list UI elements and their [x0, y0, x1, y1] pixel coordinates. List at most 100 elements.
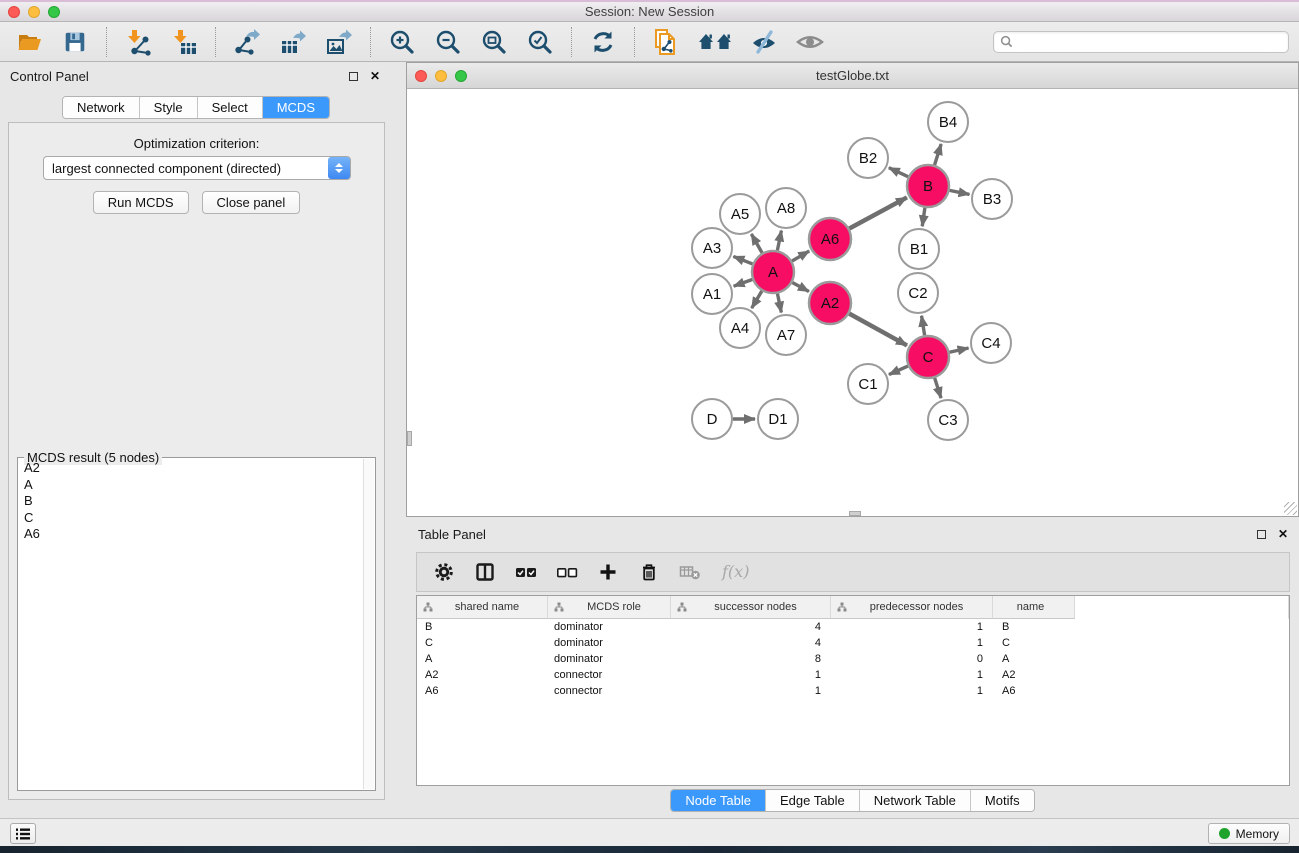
edge-A-A4[interactable]	[752, 291, 762, 308]
node-C3[interactable]: C3	[928, 400, 968, 440]
node-C4[interactable]: C4	[971, 323, 1011, 363]
edge-B-B1[interactable]	[922, 208, 925, 226]
trash-icon[interactable]	[636, 559, 662, 585]
table-row[interactable]: Bdominator41B	[417, 619, 1289, 635]
node-A8[interactable]: A8	[766, 188, 806, 228]
edge-A-A7[interactable]	[777, 294, 781, 313]
optimization-criterion-dropdown[interactable]: largest connected component (directed)	[43, 156, 351, 180]
node-A1[interactable]: A1	[692, 274, 732, 314]
column-header-successor-nodes[interactable]: successor nodes	[671, 596, 831, 619]
table-row[interactable]: A2connector11A2	[417, 667, 1289, 683]
import-table-icon[interactable]	[169, 27, 199, 57]
node-A3[interactable]: A3	[692, 228, 732, 268]
search-field[interactable]	[993, 31, 1289, 53]
column-header-shared-name[interactable]: shared name	[417, 596, 548, 619]
node-D1[interactable]: D1	[758, 399, 798, 439]
network-canvas[interactable]: A A1 A2 A3 A4 A5 A6 A7 A8 B B1 B2 B3B4 C C1 C2 C3C4 D D1	[407, 90, 1298, 516]
zoom-selected-icon[interactable]	[525, 27, 555, 57]
result-item[interactable]: A2	[20, 460, 362, 477]
tab-select[interactable]: Select	[198, 97, 263, 118]
zoom-fit-icon[interactable]	[479, 27, 509, 57]
result-item[interactable]: A6	[20, 526, 362, 543]
tab-node-table[interactable]: Node Table	[671, 790, 766, 811]
edge-A2-C[interactable]	[849, 314, 907, 346]
open-folder-icon[interactable]	[14, 27, 44, 57]
node-A4[interactable]: A4	[720, 308, 760, 348]
edge-A-A3[interactable]	[733, 256, 752, 264]
node-B[interactable]: B	[907, 165, 949, 207]
edge-C-C1[interactable]	[889, 366, 908, 375]
node-B3[interactable]: B3	[972, 179, 1012, 219]
zoom-out-icon[interactable]	[433, 27, 463, 57]
copy-network-icon[interactable]	[651, 27, 681, 57]
close-panel-icon[interactable]: ✕	[370, 72, 380, 81]
run-mcds-button[interactable]: Run MCDS	[93, 191, 189, 214]
hide-eye-icon[interactable]	[749, 27, 779, 57]
close-table-panel-icon[interactable]: ✕	[1278, 530, 1288, 539]
homes-icon[interactable]	[697, 27, 733, 57]
node-B2[interactable]: B2	[848, 138, 888, 178]
network-window-titlebar[interactable]: testGlobe.txt	[407, 63, 1298, 89]
refresh-icon[interactable]	[588, 27, 618, 57]
tab-motifs[interactable]: Motifs	[971, 790, 1034, 811]
vertical-scroll-thumb[interactable]	[407, 431, 412, 446]
column-header-predecessor-nodes[interactable]: predecessor nodes	[831, 596, 993, 619]
export-table-icon[interactable]	[278, 27, 308, 57]
save-icon[interactable]	[60, 27, 90, 57]
edge-B-B3[interactable]	[950, 190, 970, 194]
select-all-icon[interactable]	[513, 559, 539, 585]
edge-A-A2[interactable]	[792, 283, 809, 292]
gear-icon[interactable]	[431, 559, 457, 585]
node-A6[interactable]: A6	[809, 218, 851, 260]
edge-A-A6[interactable]	[792, 251, 809, 261]
edge-B-B2[interactable]	[889, 168, 908, 177]
edge-A-A5[interactable]	[751, 234, 762, 253]
columns-icon[interactable]	[472, 559, 498, 585]
edge-B-B4[interactable]	[935, 144, 942, 165]
column-header-name[interactable]: name	[993, 596, 1075, 619]
tab-network-table[interactable]: Network Table	[860, 790, 971, 811]
result-item[interactable]: B	[20, 493, 362, 510]
edge-A-A8[interactable]	[777, 231, 781, 251]
edge-A6-B[interactable]	[849, 197, 907, 228]
memory-button[interactable]: Memory	[1208, 823, 1290, 844]
tab-mcds[interactable]: MCDS	[263, 97, 329, 118]
node-A2[interactable]: A2	[809, 282, 851, 324]
result-scrollbar[interactable]	[363, 459, 374, 789]
result-item[interactable]: C	[20, 510, 362, 527]
node-C2[interactable]: C2	[898, 273, 938, 313]
edge-A-A1[interactable]	[734, 279, 753, 286]
tab-style[interactable]: Style	[140, 97, 198, 118]
node-D[interactable]: D	[692, 399, 732, 439]
search-input[interactable]	[1017, 35, 1282, 49]
deselect-all-icon[interactable]	[554, 559, 580, 585]
close-panel-button[interactable]: Close panel	[202, 191, 301, 214]
task-list-button[interactable]	[10, 823, 36, 844]
table-row[interactable]: Cdominator41C	[417, 635, 1289, 651]
node-C[interactable]: C	[907, 336, 949, 378]
export-image-icon[interactable]	[324, 27, 354, 57]
node-C1[interactable]: C1	[848, 364, 888, 404]
tab-edge-table[interactable]: Edge Table	[766, 790, 860, 811]
node-A7[interactable]: A7	[766, 315, 806, 355]
float-panel-icon[interactable]	[349, 72, 358, 81]
zoom-in-icon[interactable]	[387, 27, 417, 57]
node-A[interactable]: A	[752, 251, 794, 293]
edge-C-C4[interactable]	[949, 348, 968, 352]
node-B4[interactable]: B4	[928, 102, 968, 142]
edge-C-C3[interactable]	[935, 378, 941, 398]
resize-grip[interactable]	[1284, 502, 1297, 515]
export-network-icon[interactable]	[232, 27, 262, 57]
add-icon[interactable]	[595, 559, 621, 585]
horizontal-scroll-thumb[interactable]	[849, 511, 861, 516]
node-A5[interactable]: A5	[720, 194, 760, 234]
column-header-mcds-role[interactable]: MCDS role	[548, 596, 671, 619]
table-row[interactable]: Adominator80A	[417, 651, 1289, 667]
node-B1[interactable]: B1	[899, 229, 939, 269]
import-network-icon[interactable]	[123, 27, 153, 57]
edge-C-C2[interactable]	[922, 316, 925, 336]
float-table-panel-icon[interactable]	[1257, 530, 1266, 539]
eye-icon[interactable]	[795, 27, 825, 57]
result-item[interactable]: A	[20, 477, 362, 494]
tab-network[interactable]: Network	[63, 97, 140, 118]
